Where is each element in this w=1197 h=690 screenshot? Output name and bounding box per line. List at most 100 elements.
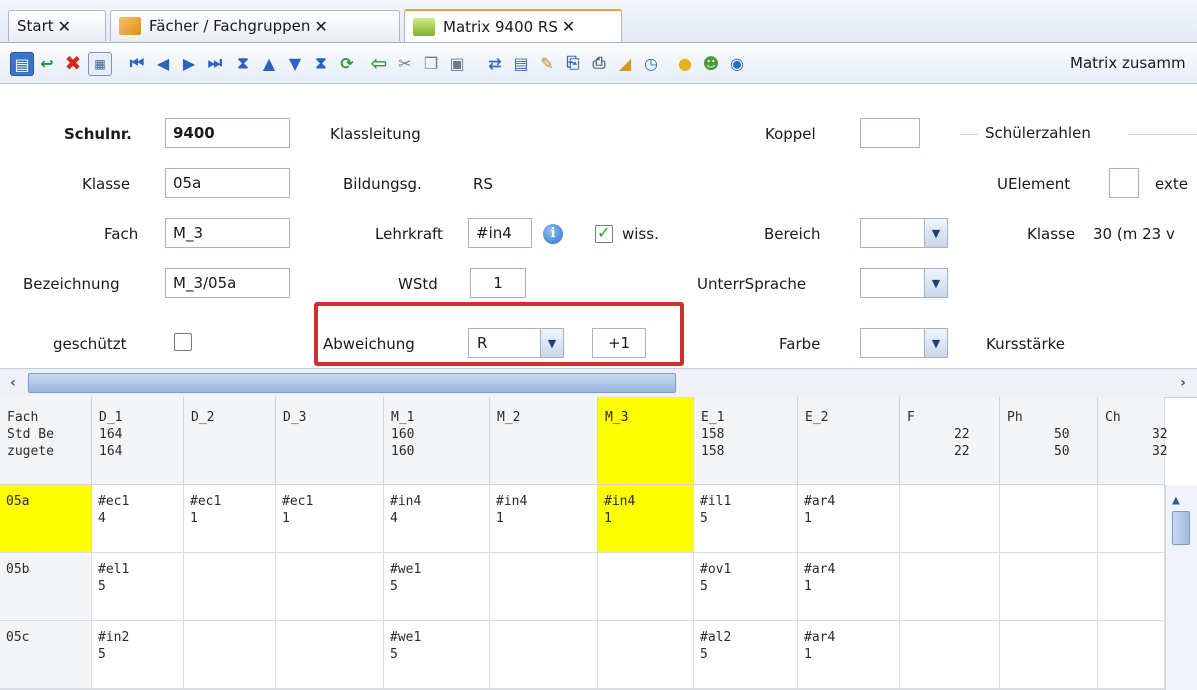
table-cell[interactable] (598, 553, 694, 621)
wstd-field[interactable]: 1 (470, 268, 526, 298)
move-down-icon[interactable]: ▼ (284, 52, 306, 74)
toolbar-matrix-text[interactable]: Matrix zusamm (1070, 54, 1186, 72)
column-header[interactable]: D_1 164 164 (92, 397, 184, 485)
table-cell[interactable] (900, 553, 1000, 621)
table-edit-icon[interactable]: ▦ (88, 52, 112, 76)
column-header[interactable]: M_2 (490, 397, 598, 485)
table-cell[interactable]: #il1 5 (694, 485, 798, 553)
clean-icon[interactable]: ◢ (614, 52, 636, 74)
table-cell[interactable] (900, 621, 1000, 689)
table-cell[interactable] (184, 621, 276, 689)
koppel-field[interactable] (860, 118, 920, 148)
chevron-down-icon[interactable]: ▼ (924, 219, 947, 247)
uelement-field[interactable] (1109, 168, 1139, 198)
report-icon[interactable]: ▤ (510, 52, 532, 74)
copy-icon[interactable]: ❐ (420, 52, 442, 74)
scroll-left-icon[interactable]: ‹ (2, 373, 24, 393)
table-cell[interactable]: #in2 5 (92, 621, 184, 689)
prev-icon[interactable]: ◀ (152, 52, 174, 74)
delete-icon[interactable]: ✖ (62, 51, 84, 75)
undo-icon[interactable]: ↩ (36, 52, 58, 74)
last-icon[interactable]: ⏭ (204, 52, 226, 74)
column-header[interactable]: E_1 158 158 (694, 397, 798, 485)
transfer-icon[interactable]: ⇄ (484, 52, 506, 74)
column-header[interactable]: Ph 50 50 (1000, 397, 1098, 485)
tab-start-close-icon[interactable]: ✕ (58, 17, 71, 36)
klasse-field[interactable]: 05a (165, 168, 290, 198)
people-icon[interactable]: ☻ (700, 52, 722, 74)
move-up-icon[interactable]: ▲ (258, 52, 280, 74)
notes-icon[interactable]: ✎ (536, 52, 558, 74)
horizontal-scrollbar[interactable]: ‹ › (0, 368, 1197, 398)
wiss-checkbox[interactable]: ✓ (595, 223, 613, 243)
farbe-dropdown[interactable]: ▼ (860, 328, 948, 358)
bezeichnung-field[interactable]: M_3/05a (165, 268, 290, 298)
back-arrow-icon[interactable]: ⇦ (368, 51, 390, 75)
table-cell[interactable]: #ar4 1 (798, 621, 900, 689)
table-cell[interactable]: #ar4 1 (798, 553, 900, 621)
column-header[interactable]: E_2 (798, 397, 900, 485)
export-icon[interactable]: ⎘ (562, 52, 584, 74)
table-cell[interactable] (1000, 485, 1098, 553)
table-cell[interactable] (598, 621, 694, 689)
sort-bottom-icon[interactable]: ⧗ (310, 52, 332, 74)
table-cell[interactable]: #in4 1 (490, 485, 598, 553)
cut-icon[interactable]: ✂ (394, 52, 416, 74)
table-cell[interactable]: #ec1 1 (276, 485, 384, 553)
table-cell[interactable] (184, 553, 276, 621)
table-cell[interactable] (276, 553, 384, 621)
lehrkraft-field[interactable]: #in4 (468, 218, 532, 248)
sort-top-icon[interactable]: ⧗ (232, 52, 254, 74)
next-icon[interactable]: ▶ (178, 52, 200, 74)
clock-icon[interactable]: ◷ (640, 52, 662, 74)
refresh-icon[interactable]: ⟳ (336, 52, 358, 74)
bereich-dropdown[interactable]: ▼ (860, 218, 948, 248)
schulnr-field[interactable]: 9400 (165, 118, 290, 148)
table-cell[interactable] (490, 621, 598, 689)
table-cell[interactable] (276, 621, 384, 689)
table-cell[interactable]: #in4 1 (598, 485, 694, 553)
scrollbar-thumb[interactable] (28, 373, 676, 393)
table-cell[interactable]: #el1 5 (92, 553, 184, 621)
tab-matrix[interactable]: Matrix 9400 RS ✕ (404, 9, 622, 42)
row-header[interactable]: 05b (0, 553, 92, 621)
first-icon[interactable]: ⏮ (126, 52, 148, 74)
row-header[interactable]: 05a (0, 485, 92, 553)
table-cell[interactable]: #we1 5 (384, 553, 490, 621)
table-cell[interactable] (1098, 553, 1165, 621)
fach-field[interactable]: M_3 (165, 218, 290, 248)
geschuetzt-checkbox[interactable] (174, 333, 192, 351)
table-cell[interactable]: #al2 5 (694, 621, 798, 689)
info-icon[interactable]: i (543, 224, 563, 244)
table-cell[interactable] (490, 553, 598, 621)
column-header[interactable]: M_3 (598, 397, 694, 485)
table-cell[interactable]: #ec1 1 (184, 485, 276, 553)
table-cell[interactable]: #we1 5 (384, 621, 490, 689)
table-cell[interactable] (1098, 621, 1165, 689)
column-header[interactable]: F 22 22 (900, 397, 1000, 485)
vertical-scrollbar-thumb[interactable] (1172, 511, 1190, 545)
scroll-up-icon[interactable]: ▲ (1172, 493, 1180, 508)
vertical-scrollbar[interactable]: ▲ (1165, 485, 1197, 690)
column-header[interactable]: Ch 32 32 (1098, 397, 1168, 485)
save-icon[interactable]: ▤ (10, 52, 34, 76)
paste-icon[interactable]: ▣ (446, 52, 468, 74)
table-cell[interactable]: #in4 4 (384, 485, 490, 553)
tab-faecher-close-icon[interactable]: ✕ (314, 17, 327, 36)
row-header[interactable]: 05c (0, 621, 92, 689)
table-cell[interactable]: #ov1 5 (694, 553, 798, 621)
table-cell[interactable]: #ec1 4 (92, 485, 184, 553)
table-cell[interactable] (1000, 553, 1098, 621)
chevron-down-icon[interactable]: ▼ (924, 329, 947, 357)
table-cell[interactable] (1098, 485, 1165, 553)
tab-matrix-close-icon[interactable]: ✕ (562, 17, 575, 36)
bulb-icon[interactable]: ● (674, 52, 696, 74)
table-cell[interactable] (900, 485, 1000, 553)
tab-start[interactable]: Start ✕ (8, 10, 106, 41)
scroll-right-icon[interactable]: › (1172, 373, 1194, 393)
column-header[interactable]: M_1 160 160 (384, 397, 490, 485)
print-icon[interactable]: ⎙ (588, 52, 610, 74)
unterrsprache-dropdown[interactable]: ▼ (860, 268, 948, 298)
column-header[interactable]: D_2 (184, 397, 276, 485)
table-cell[interactable] (1000, 621, 1098, 689)
